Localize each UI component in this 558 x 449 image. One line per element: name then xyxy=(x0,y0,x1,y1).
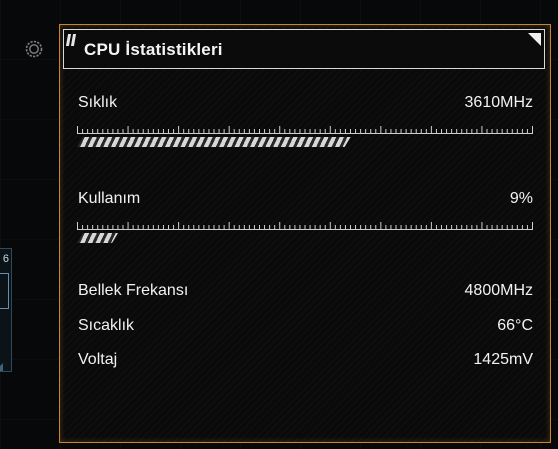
stat-temperature: Sıcaklık 66°C xyxy=(78,317,533,337)
stat-usage: Kullanım 9% xyxy=(78,190,533,210)
frequency-bar xyxy=(77,137,533,147)
gear-icon[interactable] xyxy=(25,40,43,58)
voltage-value: 1425mV xyxy=(473,351,533,368)
memory-frequency-label: Bellek Frekansı xyxy=(78,282,189,299)
corner-marker-icon xyxy=(0,363,3,371)
usage-label: Kullanım xyxy=(78,190,141,207)
frequency-bar-fill xyxy=(77,137,351,147)
side-panel-number: 6 xyxy=(2,253,9,265)
usage-scale xyxy=(77,222,533,230)
usage-bar xyxy=(77,233,533,243)
usage-value: 9% xyxy=(509,190,533,207)
usage-bar-fill xyxy=(77,233,118,243)
side-panel[interactable]: 6 xyxy=(0,248,12,372)
voltage-label: Voltaj xyxy=(78,351,118,368)
cpu-stats-panel: CPU İstatistikleri Sıklık 3610MHz Kullan… xyxy=(59,24,551,443)
memory-frequency-value: 4800MHz xyxy=(464,282,533,299)
stat-frequency: Sıklık 3610MHz xyxy=(78,94,533,114)
temperature-label: Sıcaklık xyxy=(78,317,135,334)
side-panel-box xyxy=(0,273,9,309)
title-tick-icon xyxy=(65,34,77,46)
frequency-scale xyxy=(77,126,533,134)
frequency-label: Sıklık xyxy=(78,94,118,111)
temperature-value: 66°C xyxy=(497,317,533,334)
frequency-value: 3610MHz xyxy=(464,94,533,111)
panel-titlebar[interactable]: CPU İstatistikleri xyxy=(63,29,545,69)
stat-voltage: Voltaj 1425mV xyxy=(78,351,533,371)
panel-title: CPU İstatistikleri xyxy=(84,40,223,59)
corner-marker-icon xyxy=(528,33,541,46)
stat-memory-frequency: Bellek Frekansı 4800MHz xyxy=(78,282,533,302)
